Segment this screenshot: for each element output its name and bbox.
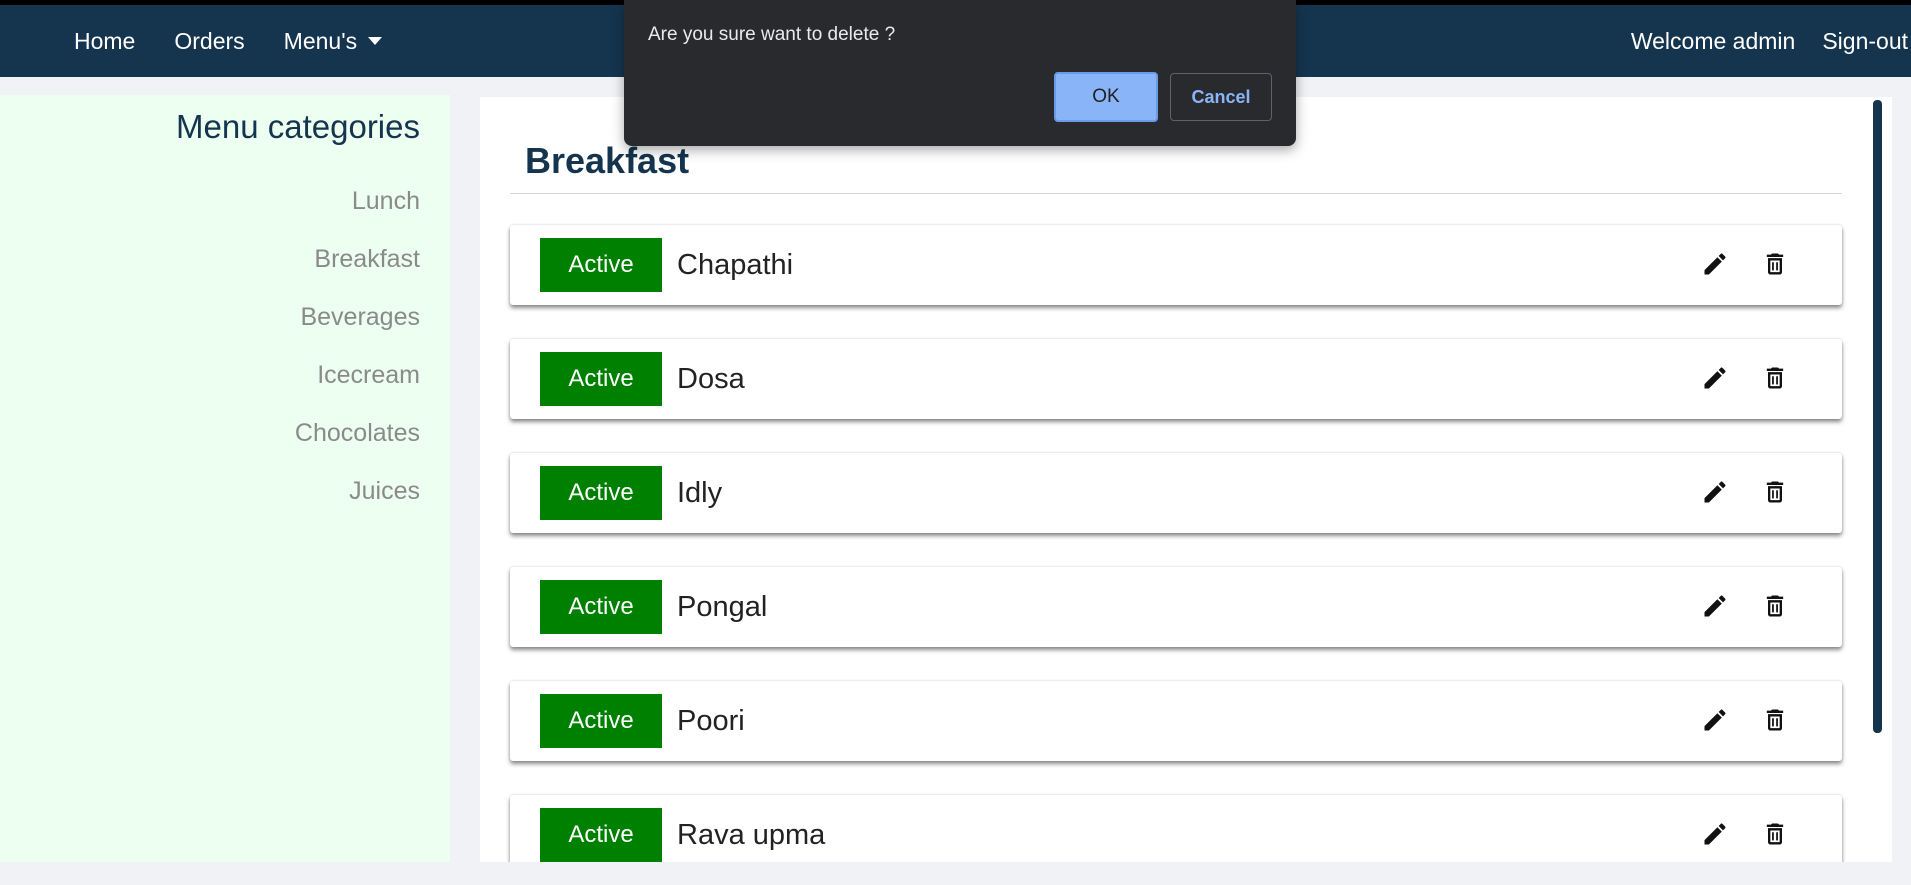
menu-item-name: Pongal [677, 590, 768, 623]
sidebar-title: Menu categories [176, 108, 420, 145]
menu-item-name: Chapathi [677, 248, 794, 281]
title-divider [510, 193, 1842, 194]
nav-menus-dropdown[interactable]: Menu's [283, 27, 383, 55]
page-title: Breakfast [525, 140, 690, 181]
ok-button[interactable]: OK [1054, 72, 1158, 122]
cancel-button[interactable]: Cancel [1170, 73, 1272, 121]
status-badge[interactable]: Active [540, 580, 662, 634]
item-actions [1670, 363, 1790, 393]
category-item-breakfast[interactable]: Breakfast [295, 245, 420, 303]
item-actions [1670, 591, 1790, 621]
category-item-chocolates[interactable]: Chocolates [295, 419, 420, 477]
signout-link[interactable]: Sign-out [1822, 28, 1908, 55]
dialog-buttons: OK Cancel [1054, 72, 1272, 122]
item-actions [1670, 477, 1790, 507]
menu-item-list: Active Chapathi Active Dosa Active Idly [510, 225, 1842, 862]
menu-item-card: Active Rava upma [510, 795, 1842, 862]
caret-down-icon [368, 37, 383, 45]
menu-item-name: Dosa [677, 362, 745, 395]
welcome-text: Welcome admin [1630, 27, 1796, 54]
edit-icon[interactable] [1700, 477, 1730, 507]
menu-item-name: Poori [677, 704, 745, 737]
menu-item-card: Active Dosa [510, 339, 1842, 419]
delete-icon[interactable] [1760, 363, 1790, 393]
nav-home-link[interactable]: Home [74, 28, 135, 55]
main-scrollbar-thumb[interactable] [1873, 100, 1882, 733]
category-item-icecream[interactable]: Icecream [295, 361, 420, 419]
main-panel: Breakfast Active Chapathi Active Dosa Ac… [480, 97, 1892, 862]
status-badge[interactable]: Active [540, 466, 662, 520]
sidebar: Menu categories Lunch Breakfast Beverage… [0, 95, 450, 885]
menu-item-card: Active Chapathi [510, 225, 1842, 305]
dialog-message: Are you sure want to delete ? [648, 24, 896, 45]
nav-links: Home Orders Menu's [0, 28, 421, 55]
edit-icon[interactable] [1700, 249, 1730, 279]
edit-icon[interactable] [1700, 591, 1730, 621]
status-badge[interactable]: Active [540, 238, 662, 292]
category-list: Lunch Breakfast Beverages Icecream Choco… [295, 187, 420, 535]
nav-orders-link[interactable]: Orders [174, 28, 244, 55]
delete-icon[interactable] [1760, 819, 1790, 849]
edit-icon[interactable] [1700, 705, 1730, 735]
menu-item-card: Active Pongal [510, 567, 1842, 647]
item-actions [1670, 705, 1790, 735]
status-badge[interactable]: Active [540, 808, 662, 862]
delete-icon[interactable] [1760, 477, 1790, 507]
menu-item-name: Rava upma [677, 818, 826, 851]
category-item-juices[interactable]: Juices [295, 477, 420, 535]
confirm-dialog: Are you sure want to delete ? OK Cancel [624, 0, 1296, 146]
category-item-beverages[interactable]: Beverages [295, 303, 420, 361]
delete-icon[interactable] [1760, 249, 1790, 279]
item-actions [1670, 249, 1790, 279]
delete-icon[interactable] [1760, 705, 1790, 735]
menu-item-card: Active Idly [510, 453, 1842, 533]
edit-icon[interactable] [1700, 819, 1730, 849]
edit-icon[interactable] [1700, 363, 1730, 393]
nav-menus-label: Menu's [283, 27, 358, 54]
status-badge[interactable]: Active [540, 352, 662, 406]
item-actions [1670, 819, 1790, 849]
category-item-lunch[interactable]: Lunch [295, 187, 420, 245]
menu-item-name: Idly [677, 476, 723, 509]
menu-item-card: Active Poori [510, 681, 1842, 761]
nav-user-area: Welcome admin Sign-out [1631, 28, 1911, 55]
status-badge[interactable]: Active [540, 694, 662, 748]
page-bottom-strip [0, 862, 1911, 885]
delete-icon[interactable] [1760, 591, 1790, 621]
